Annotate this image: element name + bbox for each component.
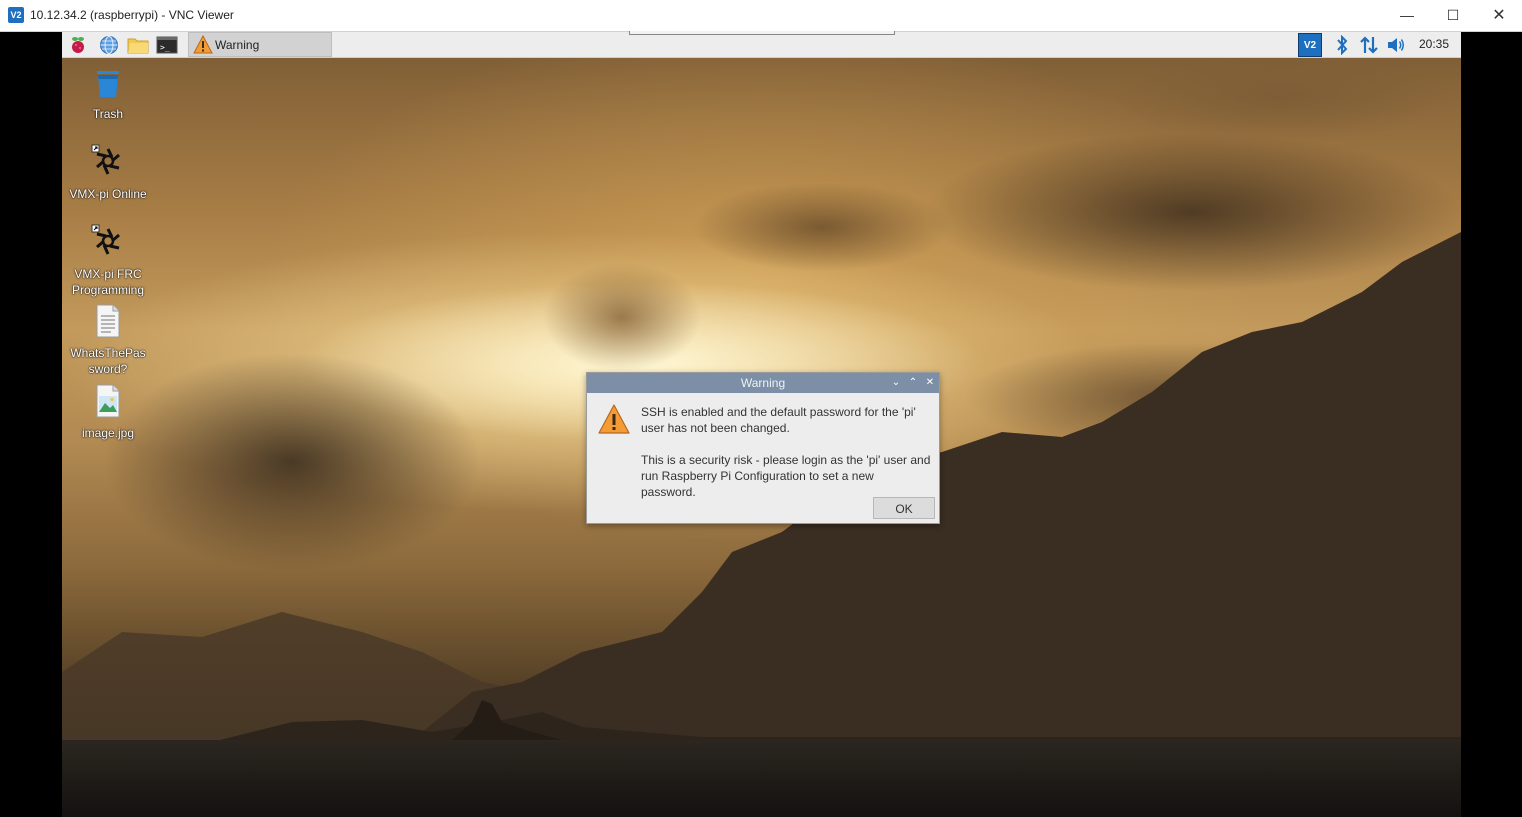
vmx-pi-icon	[91, 224, 120, 255]
taskbar-window-button[interactable]: Warning	[188, 32, 332, 57]
desktop-icon-vmx-pi-online[interactable]: VMX-pi Online	[62, 143, 154, 202]
taskbar: >_ Warning V2 20:35	[62, 32, 1461, 58]
desktop-icon-vmx-pi-frc[interactable]: VMX-pi FRC Programming	[62, 223, 154, 298]
desktop-icon-label: image.jpg	[81, 426, 135, 440]
desktop-icon-label: VMX-pi FRC Programming	[71, 267, 145, 297]
image-file-icon	[96, 384, 120, 418]
desktop-icon-label: WhatsThePassword?	[70, 346, 146, 376]
close-button[interactable]: ✕	[1476, 0, 1522, 31]
desktop-icon-whatsthepassword[interactable]: WhatsThePassword?	[62, 304, 154, 377]
warning-icon	[598, 404, 630, 434]
desktop-icon-label: VMX-pi Online	[69, 187, 147, 201]
dialog-title: Warning	[740, 376, 786, 390]
network-icon[interactable]	[1358, 34, 1380, 56]
dialog-minimize-button[interactable]: ⌄	[889, 375, 903, 391]
vnc-server-icon[interactable]: V2	[1298, 33, 1322, 57]
vnc-toolbar-handle[interactable]	[629, 31, 895, 35]
terminal-glyph: >_	[160, 43, 170, 52]
ok-button[interactable]: OK	[873, 497, 935, 519]
window-title: 10.12.34.2 (raspberrypi) - VNC Viewer	[30, 8, 234, 22]
warning-dialog: Warning ⌄ ⌃ ✕ SSH is enabled and the def…	[586, 372, 940, 524]
file-manager-icon[interactable]	[127, 34, 149, 56]
desktop-icon-label: Trash	[92, 107, 124, 121]
volume-icon[interactable]	[1385, 34, 1407, 56]
taskbar-window-label: Warning	[215, 38, 260, 52]
minimize-button[interactable]: —	[1384, 0, 1430, 31]
trash-icon	[97, 71, 119, 97]
vnc-viewer-icon: V2	[8, 7, 24, 23]
dialog-titlebar[interactable]: Warning ⌄ ⌃ ✕	[587, 373, 939, 393]
vnc-tray-text: V2	[1303, 39, 1317, 51]
web-browser-icon[interactable]	[98, 34, 120, 56]
bluetooth-icon[interactable]	[1331, 34, 1353, 56]
dialog-message-primary: SSH is enabled and the default password …	[641, 405, 916, 435]
warning-icon	[193, 35, 213, 54]
raspberry-menu-icon[interactable]	[67, 34, 89, 56]
dialog-message-secondary: This is a security risk - please login a…	[641, 453, 931, 499]
vnc-window-titlebar[interactable]: V2 10.12.34.2 (raspberrypi) - VNC Viewer…	[0, 0, 1522, 32]
dialog-close-button[interactable]: ✕	[923, 375, 937, 391]
text-file-icon	[96, 304, 120, 338]
sea	[62, 740, 1461, 817]
clock[interactable]: 20:35	[1419, 37, 1449, 51]
vmx-pi-icon	[91, 144, 120, 175]
maximize-button[interactable]: ☐	[1430, 0, 1476, 31]
desktop-icon-image-jpg[interactable]: image.jpg	[62, 384, 154, 441]
dialog-maximize-button[interactable]: ⌃	[906, 375, 920, 391]
terminal-icon[interactable]: >_	[156, 34, 178, 56]
desktop-icon-trash[interactable]: Trash	[62, 67, 154, 122]
